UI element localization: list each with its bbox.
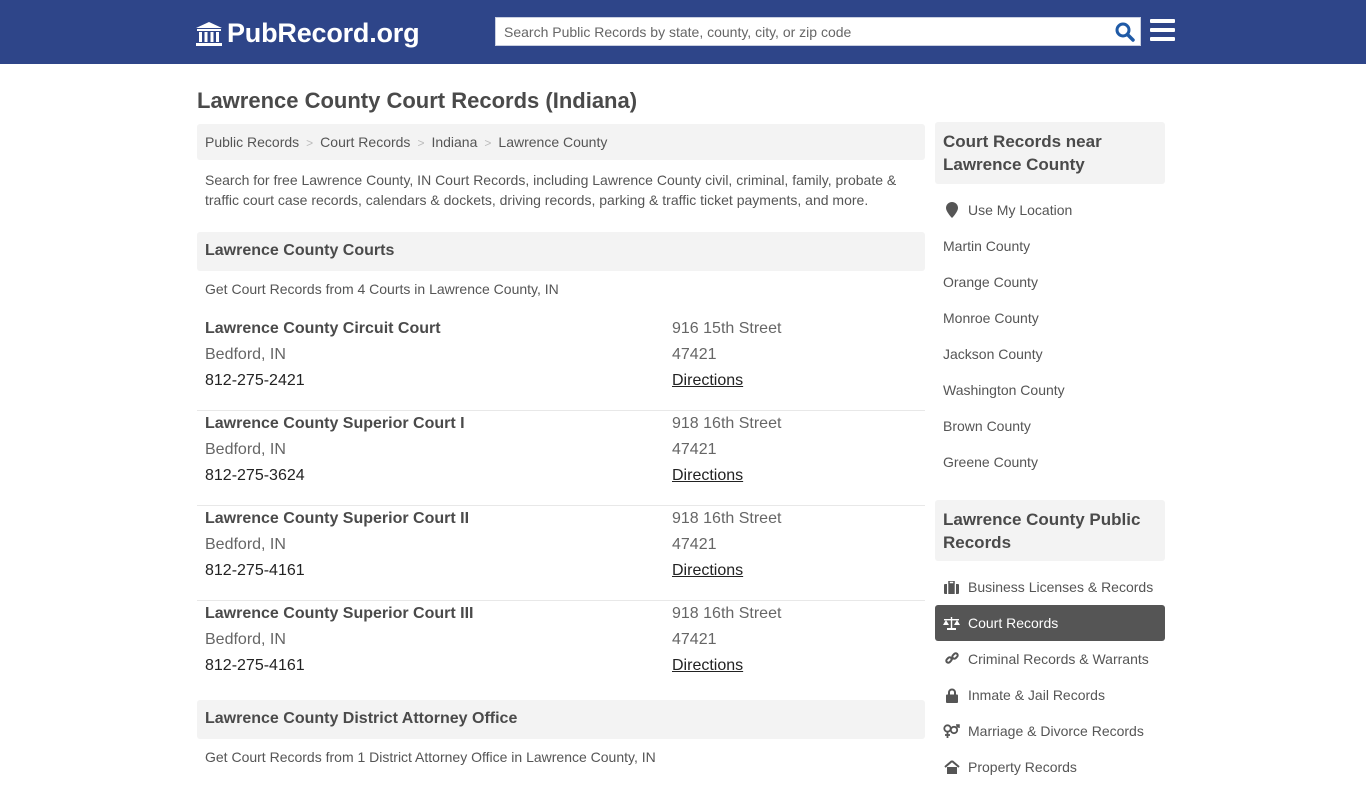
court-zip: 47421 [672, 346, 717, 363]
search-box [495, 17, 1141, 46]
court-address: 918 16th Street [672, 415, 782, 432]
sidebar-item-label: Business Licenses & Records [968, 579, 1154, 595]
courts-heading: Lawrence County Courts [197, 232, 925, 271]
breadcrumb-separator: > [417, 136, 425, 150]
court-name: Lawrence County Superior Court III [205, 605, 474, 622]
breadcrumb-lawrence-county[interactable]: Lawrence County [498, 134, 607, 150]
nearby-county-link[interactable]: Jackson County [935, 336, 1165, 372]
sidebar-item-court-records[interactable]: Court Records [935, 605, 1165, 641]
directions-link[interactable]: Directions [672, 372, 743, 389]
use-my-location-link[interactable]: Use My Location [935, 192, 1165, 228]
directions-link[interactable]: Directions [672, 657, 743, 674]
breadcrumb-indiana[interactable]: Indiana [431, 134, 477, 150]
court-zip: 47421 [672, 536, 717, 553]
court-zip: 47421 [672, 631, 717, 648]
nearby-county-link[interactable]: Monroe County [935, 300, 1165, 336]
link-icon [943, 651, 960, 667]
nearby-county-link[interactable]: Orange County [935, 264, 1165, 300]
court-city: Bedford, IN [205, 346, 286, 363]
intro-text: Search for free Lawrence County, IN Cour… [205, 172, 897, 208]
court-entry: Lawrence County Superior Court III Bedfo… [197, 601, 925, 696]
search-icon[interactable] [1114, 21, 1136, 43]
nearby-county-link[interactable]: Martin County [935, 228, 1165, 264]
breadcrumb: Public Records > Court Records > Indiana > Law… [197, 124, 925, 160]
briefcase-icon [943, 579, 960, 595]
sidebar-item-inmate-records[interactable]: Inmate & Jail Records [935, 677, 1165, 713]
sidebar-item-label: Criminal Records & Warrants [968, 651, 1149, 667]
court-entry: Lawrence County Superior Court I Bedford… [197, 411, 925, 506]
sidebar-item-label: Inmate & Jail Records [968, 687, 1105, 703]
court-name: Lawrence County Superior Court II [205, 510, 470, 527]
court-phone: 812-275-4161 [205, 562, 305, 579]
court-city: Bedford, IN [205, 536, 286, 553]
top-navbar: PubRecord.org [0, 0, 1366, 64]
da-subtext: Get Court Records from 1 District Attorn… [205, 749, 656, 765]
sidebar-item-label: Court Records [968, 615, 1059, 631]
sidebar-item-marriage-records[interactable]: Marriage & Divorce Records [935, 713, 1165, 749]
directions-link[interactable]: Directions [672, 562, 743, 579]
court-address: 918 16th Street [672, 605, 782, 622]
search-input[interactable] [496, 18, 1106, 45]
scale-icon [943, 615, 960, 631]
sidebar-item-label: Property Records [968, 759, 1077, 775]
logo-text: PubRecord.org [227, 18, 420, 48]
breadcrumb-separator: > [484, 136, 492, 150]
sidebar-item-criminal-records[interactable]: Criminal Records & Warrants [935, 641, 1165, 677]
breadcrumb-public-records[interactable]: Public Records [205, 134, 299, 150]
hamburger-menu-icon[interactable] [1150, 19, 1175, 42]
court-address: 916 15th Street [672, 320, 782, 337]
bank-icon [196, 21, 222, 46]
sidebar-item-label: Marriage & Divorce Records [968, 723, 1144, 739]
sidebar-item-business-licenses[interactable]: Business Licenses & Records [935, 569, 1165, 605]
court-entry: Lawrence County Circuit Court Bedford, I… [197, 316, 925, 411]
directions-link[interactable]: Directions [672, 467, 743, 484]
court-phone: 812-275-3624 [205, 467, 305, 484]
court-entry: Lawrence County Superior Court II Bedfor… [197, 506, 925, 601]
page-title: Lawrence County Court Records (Indiana) [197, 88, 638, 113]
lock-icon [943, 687, 960, 703]
court-zip: 47421 [672, 441, 717, 458]
use-my-location-label: Use My Location [968, 202, 1073, 218]
court-city: Bedford, IN [205, 441, 286, 458]
court-address: 918 16th Street [672, 510, 782, 527]
court-phone: 812-275-4161 [205, 657, 305, 674]
logo-link[interactable]: PubRecord.org [195, 18, 420, 49]
nearby-county-link[interactable]: Washington County [935, 372, 1165, 408]
gender-icon [943, 723, 960, 739]
court-phone: 812-275-2421 [205, 372, 305, 389]
breadcrumb-separator: > [306, 136, 314, 150]
home-icon [943, 759, 960, 775]
court-name: Lawrence County Superior Court I [205, 415, 465, 432]
breadcrumb-court-records[interactable]: Court Records [320, 134, 410, 150]
public-records-heading: Lawrence County Public Records [935, 500, 1165, 561]
nearby-heading: Court Records near Lawrence County [935, 122, 1165, 184]
da-heading: Lawrence County District Attorney Office [197, 700, 925, 739]
court-city: Bedford, IN [205, 631, 286, 648]
map-marker-icon [943, 202, 960, 218]
sidebar-item-property-records[interactable]: Property Records [935, 749, 1165, 785]
nearby-county-link[interactable]: Greene County [935, 444, 1165, 480]
nearby-county-link[interactable]: Brown County [935, 408, 1165, 444]
court-name: Lawrence County Circuit Court [205, 320, 441, 337]
courts-subtext: Get Court Records from 4 Courts in Lawre… [205, 281, 559, 297]
